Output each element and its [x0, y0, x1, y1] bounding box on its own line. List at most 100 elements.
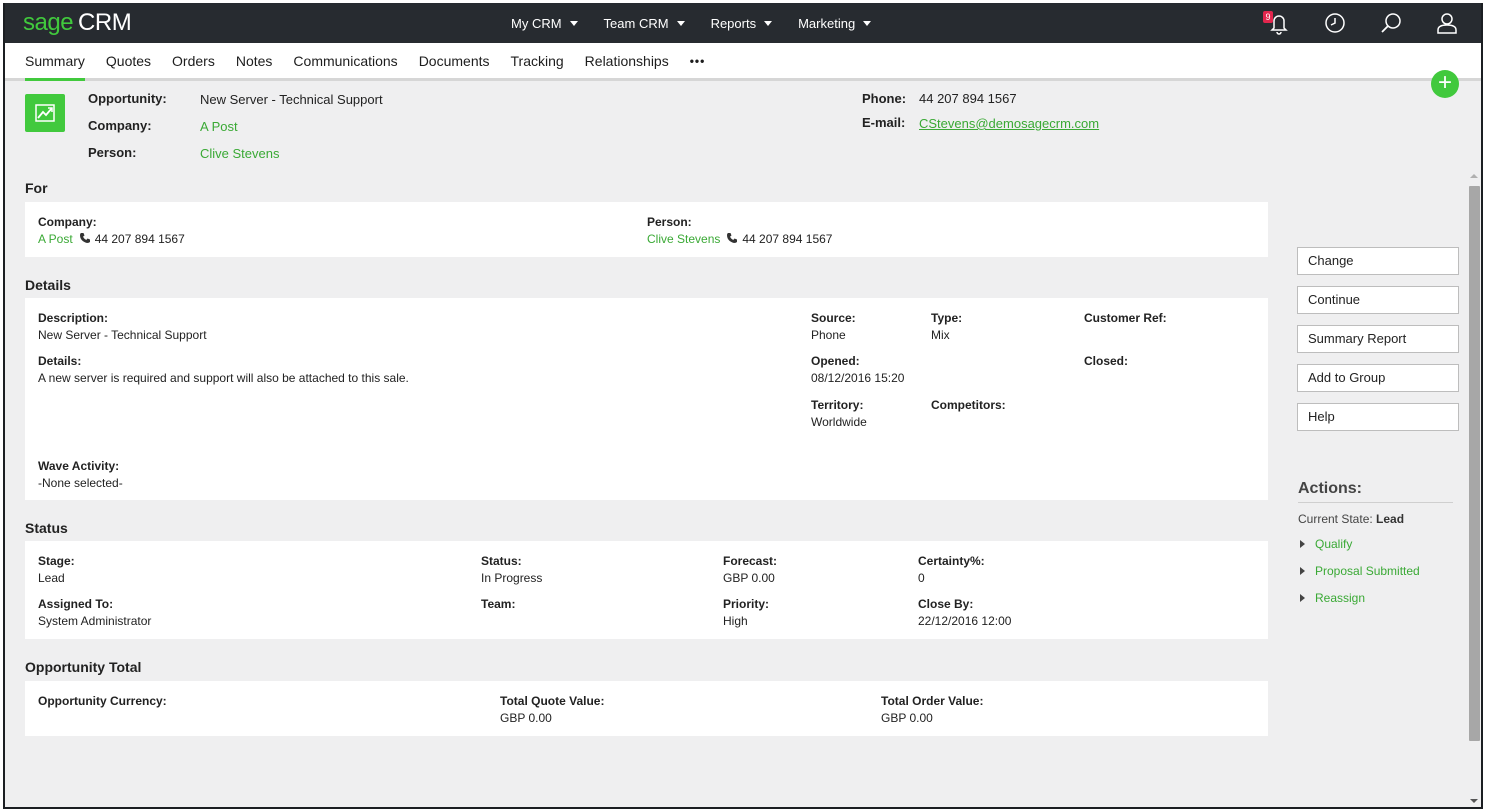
user-profile-button[interactable] [1433, 9, 1461, 37]
sage-crm-logo[interactable]: sage CRM [23, 9, 132, 37]
for-company-link[interactable]: A Post [38, 232, 73, 246]
action-proposal-submitted-label: Proposal Submitted [1315, 564, 1420, 578]
menu-reports[interactable]: Reports [711, 16, 773, 31]
details-label: Details: [38, 354, 82, 368]
action-reassign[interactable]: Reassign [1298, 589, 1453, 607]
actions-title: Actions: [1298, 480, 1453, 503]
tab-orders[interactable]: Orders [172, 43, 215, 81]
for-panel: Company: A Post 44 207 894 1567 Person: C… [25, 202, 1268, 257]
menu-marketing[interactable]: Marketing [798, 15, 872, 31]
priority-value: High [723, 614, 748, 628]
current-state-label: Current State: [1298, 512, 1373, 526]
side-button-group: Change Continue Summary Report Add to Gr… [1297, 247, 1459, 442]
assigned-to-value: System Administrator [38, 614, 152, 628]
action-qualify[interactable]: Qualify [1298, 535, 1453, 553]
details-value: A new server is required and support wil… [38, 371, 409, 385]
section-title-details: Details [25, 277, 71, 293]
menu-team-crm-label: Team CRM [603, 15, 669, 31]
stage-value: Lead [38, 571, 65, 585]
priority-label: Priority: [723, 597, 770, 611]
triangle-right-icon [1300, 540, 1305, 548]
assigned-to-label: Assigned To: [38, 597, 114, 611]
tab-more[interactable]: ••• [690, 43, 706, 81]
section-title-opportunity-total: Opportunity Total [25, 659, 142, 675]
vertical-scrollbar[interactable] [1467, 168, 1481, 807]
for-person-phone: 44 207 894 1567 [742, 232, 833, 246]
top-icons: 9 [1263, 9, 1461, 37]
certainty-label: Certainty%: [918, 554, 985, 568]
search-icon [1381, 13, 1401, 33]
company-label: Company: [88, 118, 152, 133]
chevron-down-icon [569, 20, 578, 26]
action-proposal-submitted[interactable]: Proposal Submitted [1298, 562, 1453, 580]
tab-summary[interactable]: Summary [25, 43, 85, 81]
workflow-actions: Actions: Current State: Lead Qualify Pro… [1298, 480, 1453, 607]
recent-button[interactable] [1321, 9, 1349, 37]
section-title-status: Status [25, 520, 68, 536]
search-button[interactable] [1377, 9, 1405, 37]
chevron-down-icon [764, 20, 773, 26]
action-qualify-label: Qualify [1315, 537, 1353, 551]
menu-marketing-label: Marketing [798, 15, 856, 31]
wave-activity-value: -None selected- [38, 476, 123, 490]
logo-crm-text: CRM [78, 9, 132, 36]
scroll-down-arrow-icon[interactable] [1470, 799, 1478, 803]
phone-icon [79, 233, 90, 243]
forecast-label: Forecast: [723, 554, 778, 568]
summary-report-button[interactable]: Summary Report [1297, 325, 1459, 353]
tab-quotes[interactable]: Quotes [106, 43, 151, 81]
email-link[interactable]: CStevens@demosagecrm.com [919, 116, 1099, 131]
action-reassign-label: Reassign [1315, 591, 1366, 605]
person-link[interactable]: Clive Stevens [200, 146, 279, 161]
menu-my-crm-label: My CRM [511, 15, 562, 31]
close-by-value: 22/12/2016 12:00 [918, 614, 1012, 628]
main-menu: My CRM Team CRM Reports Marketing [511, 3, 897, 43]
scroll-up-arrow-icon[interactable] [1470, 174, 1478, 178]
menu-reports-label: Reports [710, 15, 757, 31]
company-link[interactable]: A Post [200, 119, 238, 134]
clock-icon [1325, 13, 1345, 33]
forecast-value: GBP 0.00 [723, 571, 775, 585]
chevron-down-icon [676, 20, 685, 26]
chevron-down-icon [863, 20, 872, 26]
continue-button[interactable]: Continue [1297, 286, 1459, 314]
for-company-phone: 44 207 894 1567 [94, 232, 185, 246]
add-to-group-button[interactable]: Add to Group [1297, 364, 1459, 392]
type-value: Mix [931, 328, 950, 342]
source-label: Source: [811, 311, 856, 325]
status-label: Status: [481, 554, 522, 568]
logo-sage-text: sage [23, 9, 74, 36]
opportunity-label: Opportunity: [88, 91, 167, 106]
tab-tracking[interactable]: Tracking [511, 43, 564, 81]
wave-activity-label: Wave Activity: [38, 459, 120, 473]
record-tabs-bar: Summary Quotes Orders Notes Communicatio… [5, 43, 1481, 81]
notifications-button[interactable]: 9 [1263, 9, 1293, 37]
scroll-thumb[interactable] [1469, 186, 1480, 741]
for-company-label: Company: [38, 215, 97, 229]
menu-my-crm[interactable]: My CRM [511, 16, 578, 31]
change-button[interactable]: Change [1297, 247, 1459, 275]
tab-relationships[interactable]: Relationships [585, 43, 669, 81]
for-person-link[interactable]: Clive Stevens [647, 232, 720, 246]
menu-team-crm[interactable]: Team CRM [604, 16, 685, 31]
opportunity-value: New Server - Technical Support [200, 92, 383, 107]
description-value: New Server - Technical Support [38, 328, 207, 342]
tab-communications[interactable]: Communications [293, 43, 397, 81]
closed-label: Closed: [1084, 354, 1129, 368]
section-title-for: For [25, 180, 48, 196]
territory-label: Territory: [811, 398, 864, 412]
email-label: E-mail: [862, 115, 906, 130]
opportunity-currency-label: Opportunity Currency: [38, 694, 167, 708]
team-label: Team: [481, 597, 516, 611]
tab-notes[interactable]: Notes [236, 43, 273, 81]
top-navigation-bar: sage CRM My CRM Team CRM Reports Marketin… [5, 3, 1481, 43]
opened-label: Opened: [811, 354, 860, 368]
details-panel: Description: New Server - Technical Supp… [25, 298, 1268, 500]
territory-value: Worldwide [811, 415, 867, 429]
person-label: Person: [88, 145, 137, 160]
total-quote-label: Total Quote Value: [500, 694, 605, 708]
tab-documents[interactable]: Documents [419, 43, 490, 81]
help-button[interactable]: Help [1297, 403, 1459, 431]
stage-label: Stage: [38, 554, 75, 568]
app-window: sage CRM My CRM Team CRM Reports Marketin… [3, 3, 1483, 809]
